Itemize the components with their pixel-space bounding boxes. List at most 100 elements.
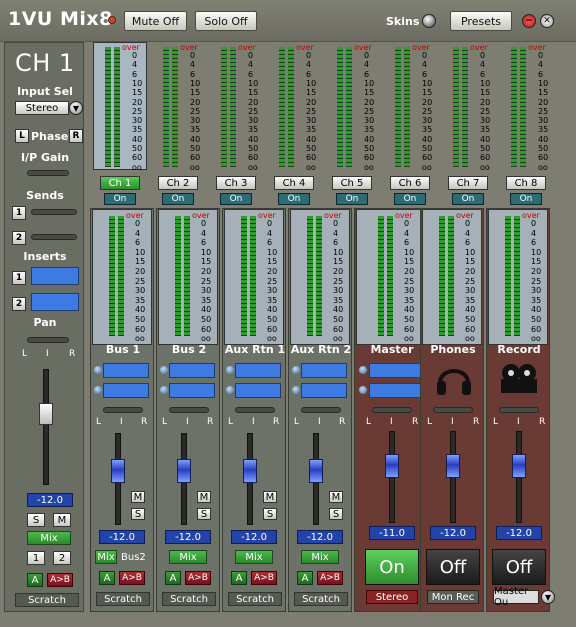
close-icon[interactable]: ✕ (540, 14, 554, 28)
bus-2-assign-button[interactable]: 2 (53, 551, 71, 565)
scratch-pad[interactable]: Scratch (162, 592, 216, 606)
input-sel-select[interactable]: Stereo (15, 101, 69, 115)
presets-button[interactable]: Presets (450, 11, 512, 31)
output-state-button[interactable]: Off (492, 549, 546, 585)
a-button[interactable]: A (27, 573, 43, 587)
bus-pan-slider[interactable] (169, 407, 209, 413)
bus-mute-button[interactable]: M (263, 491, 277, 503)
scratch-pad[interactable]: Scratch (96, 592, 150, 606)
scratch-pad[interactable]: Scratch (15, 593, 79, 607)
insert-2-slot[interactable] (31, 293, 79, 311)
bus2-route-label[interactable]: Bus2 (121, 552, 146, 563)
bus-fader-handle[interactable] (243, 459, 257, 483)
a-button[interactable]: A (165, 571, 181, 585)
output-pan-slider[interactable] (499, 407, 539, 413)
bus-mix-button[interactable]: Mix (95, 550, 117, 564)
dropdown-arrow-icon[interactable]: ▼ (541, 590, 555, 604)
output-state-button[interactable]: Off (426, 549, 480, 585)
channel-on-button[interactable]: On (220, 193, 252, 205)
insert-slot[interactable] (301, 363, 347, 378)
bus-mix-button[interactable]: Mix (235, 550, 273, 564)
ip-gain-slider[interactable] (27, 170, 69, 176)
bus-fader-handle[interactable] (309, 459, 323, 483)
phase-l-button[interactable]: L (15, 129, 29, 143)
output-source-select[interactable]: Stereo (366, 590, 418, 604)
bus-mute-button[interactable]: M (197, 491, 211, 503)
channel-on-button[interactable]: On (336, 193, 368, 205)
insert-2-button[interactable]: 2 (12, 297, 26, 311)
output-pan-slider[interactable] (372, 407, 412, 413)
ab-button[interactable]: A>B (185, 571, 211, 585)
output-fader-handle[interactable] (512, 454, 526, 478)
channel-on-button[interactable]: On (452, 193, 484, 205)
channel-select-button[interactable]: Ch 8 (506, 176, 546, 190)
output-fader-handle[interactable] (385, 454, 399, 478)
bus-mix-button[interactable]: Mix (301, 550, 339, 564)
insert-1-slot[interactable] (31, 267, 79, 285)
a-button[interactable]: A (231, 571, 247, 585)
channel-fader-track[interactable] (43, 369, 49, 485)
bus-solo-button[interactable]: S (131, 508, 145, 520)
bus-solo-button[interactable]: S (329, 508, 343, 520)
insert-slot[interactable] (169, 383, 215, 398)
ab-button[interactable]: A>B (47, 573, 73, 587)
ab-button[interactable]: A>B (119, 571, 145, 585)
bus-fader-handle[interactable] (111, 459, 125, 483)
bus-pan-slider[interactable] (235, 407, 275, 413)
send-2-slider[interactable] (31, 234, 77, 240)
insert-slot[interactable] (103, 363, 149, 378)
bus-1-assign-button[interactable]: 1 (27, 551, 45, 565)
ab-button[interactable]: A>B (251, 571, 277, 585)
solo-button[interactable]: S (27, 513, 45, 527)
bus-fader-handle[interactable] (177, 459, 191, 483)
channel-select-button[interactable]: Ch 1 (100, 176, 140, 190)
bus-mute-button[interactable]: M (131, 491, 145, 503)
a-button[interactable]: A (99, 571, 115, 585)
insert-slot[interactable] (301, 383, 347, 398)
mute-button[interactable]: M (53, 513, 71, 527)
output-pan-slider[interactable] (433, 407, 473, 413)
channel-on-button[interactable]: On (278, 193, 310, 205)
bus-solo-button[interactable]: S (197, 508, 211, 520)
ab-button[interactable]: A>B (317, 571, 343, 585)
channel-select-button[interactable]: Ch 2 (158, 176, 198, 190)
insert-slot[interactable] (235, 363, 281, 378)
channel-select-button[interactable]: Ch 7 (448, 176, 488, 190)
solo-off-button[interactable]: Solo Off (195, 11, 257, 31)
insert-slot[interactable] (169, 363, 215, 378)
insert-slot[interactable] (235, 383, 281, 398)
insert-1-button[interactable]: 1 (12, 271, 26, 285)
channel-select-button[interactable]: Ch 4 (274, 176, 314, 190)
insert-slot[interactable] (369, 383, 421, 398)
pan-slider[interactable] (27, 337, 69, 343)
phase-r-button[interactable]: R (69, 129, 83, 143)
scratch-pad[interactable]: Scratch (294, 592, 348, 606)
channel-select-button[interactable]: Ch 6 (390, 176, 430, 190)
dropdown-arrow-icon[interactable]: ▼ (69, 101, 83, 115)
send-2-button[interactable]: 2 (12, 231, 26, 245)
output-state-button[interactable]: On (365, 549, 419, 585)
bus-mix-button[interactable]: Mix (169, 550, 207, 564)
send-1-button[interactable]: 1 (12, 206, 26, 220)
channel-on-button[interactable]: On (104, 193, 136, 205)
bus-mute-button[interactable]: M (329, 491, 343, 503)
mix-button[interactable]: Mix (27, 531, 71, 545)
channel-fader-handle[interactable] (39, 403, 53, 425)
a-button[interactable]: A (297, 571, 313, 585)
mute-off-button[interactable]: Mute Off (124, 11, 187, 31)
output-fader-handle[interactable] (446, 454, 460, 478)
output-source-select[interactable]: Mon Rec (427, 590, 479, 604)
skins-knob-icon[interactable] (422, 14, 436, 28)
channel-on-button[interactable]: On (394, 193, 426, 205)
bus-pan-slider[interactable] (301, 407, 341, 413)
scratch-pad[interactable]: Scratch (228, 592, 282, 606)
insert-slot[interactable] (369, 363, 421, 378)
channel-on-button[interactable]: On (162, 193, 194, 205)
channel-select-button[interactable]: Ch 3 (216, 176, 256, 190)
minimize-icon[interactable]: − (522, 14, 536, 28)
output-source-select[interactable]: Master Ou (493, 586, 539, 608)
channel-select-button[interactable]: Ch 5 (332, 176, 372, 190)
channel-on-button[interactable]: On (510, 193, 542, 205)
bus-pan-slider[interactable] (103, 407, 143, 413)
send-1-slider[interactable] (31, 209, 77, 215)
